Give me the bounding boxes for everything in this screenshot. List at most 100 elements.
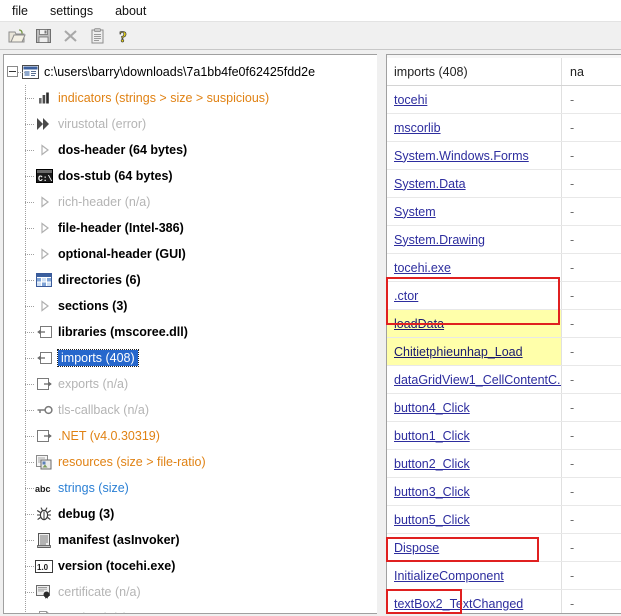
tree-item-debug[interactable]: debug (3) [4, 501, 377, 527]
import-name-cell[interactable]: System.Data [387, 170, 562, 197]
table-row[interactable]: loadData - [387, 310, 621, 338]
tree-item-.net[interactable]: .NET (v4.0.30319) [4, 423, 377, 449]
menu-file[interactable]: file [7, 2, 37, 20]
table-row[interactable]: button1_Click - [387, 422, 621, 450]
import-name-link[interactable]: .ctor [394, 289, 418, 303]
tree-item-overlay[interactable]: overlay (n/a) [4, 605, 377, 613]
save-icon[interactable] [31, 25, 56, 48]
import-name-link[interactable]: tocehi.exe [394, 261, 451, 275]
import-name-cell[interactable]: button3_Click [387, 478, 562, 505]
table-row[interactable]: System - [387, 198, 621, 226]
table-row[interactable]: tocehi.exe - [387, 254, 621, 282]
import-name-link[interactable]: tocehi [394, 93, 427, 107]
tree-item-exports[interactable]: exports (n/a) [4, 371, 377, 397]
table-row[interactable]: tocehi - [387, 86, 621, 114]
tree-item-resources[interactable]: resources (size > file-ratio) [4, 449, 377, 475]
import-name-link[interactable]: dataGridView1_CellContentC... [394, 373, 561, 387]
tree-item-imports[interactable]: imports (408) [4, 345, 377, 371]
file-structure-tree[interactable]: c:\users\barry\downloads\7a1bb4fe0f62425… [3, 54, 377, 614]
import-name-cell[interactable]: tocehi [387, 86, 562, 113]
tree-item-fileheader[interactable]: file-header (Intel-386) [4, 215, 377, 241]
import-name-cell[interactable]: Dispose [387, 534, 562, 561]
import-name-cell[interactable]: button2_Click [387, 450, 562, 477]
open-folder-icon[interactable] [4, 25, 29, 48]
tree-item-dosstub[interactable]: C:\. dos-stub (64 bytes) [4, 163, 377, 189]
import-name-cell[interactable]: .ctor [387, 282, 562, 309]
import-namespace-cell: - [562, 450, 621, 477]
import-name-link[interactable]: Chitietphieunhap_Load [394, 345, 523, 359]
import-name-link[interactable]: button4_Click [394, 401, 470, 415]
import-name-link[interactable]: button5_Click [394, 513, 470, 527]
tree-item-sections[interactable]: sections (3) [4, 293, 377, 319]
tree-item-dosheader[interactable]: dos-header (64 bytes) [4, 137, 377, 163]
import-name-link[interactable]: System.Drawing [394, 233, 485, 247]
tree-item-certificate[interactable]: certificate (n/a) [4, 579, 377, 605]
import-namespace-cell: - [562, 366, 621, 393]
tree-item-manifest[interactable]: manifest (asInvoker) [4, 527, 377, 553]
import-name-link[interactable]: mscorlib [394, 121, 441, 135]
import-namespace-value: - [570, 316, 575, 331]
tree-item-richheader[interactable]: rich-header (n/a) [4, 189, 377, 215]
table-row[interactable]: Chitietphieunhap_Load - [387, 338, 621, 366]
import-name-cell[interactable]: loadData [387, 310, 562, 337]
table-row[interactable]: button2_Click - [387, 450, 621, 478]
import-name-link[interactable]: System.Data [394, 177, 466, 191]
tree-item-libraries[interactable]: libraries (mscoree.dll) [4, 319, 377, 345]
import-name-cell[interactable]: System.Drawing [387, 226, 562, 253]
table-row[interactable]: InitializeComponent - [387, 562, 621, 590]
clipboard-icon[interactable] [85, 25, 110, 48]
menu-about[interactable]: about [110, 2, 155, 20]
column-header-namespace[interactable]: na [562, 58, 621, 85]
import-name-cell[interactable]: button4_Click [387, 394, 562, 421]
table-row[interactable]: System.Data - [387, 170, 621, 198]
import-name-cell[interactable]: button1_Click [387, 422, 562, 449]
tree-item-strings[interactable]: abc strings (size) [4, 475, 377, 501]
import-name-link[interactable]: button1_Click [394, 429, 470, 443]
table-row[interactable]: button3_Click - [387, 478, 621, 506]
table-row[interactable]: mscorlib - [387, 114, 621, 142]
table-row[interactable]: System.Windows.Forms - [387, 142, 621, 170]
collapse-expander[interactable] [7, 66, 18, 77]
table-row[interactable]: dataGridView1_CellContentC... - [387, 366, 621, 394]
import-name-cell[interactable]: button5_Click [387, 506, 562, 533]
tree-item-optionalheader[interactable]: optional-header (GUI) [4, 241, 377, 267]
import-name-link[interactable]: System.Windows.Forms [394, 149, 529, 163]
close-x-icon[interactable] [58, 25, 83, 48]
import-name-link[interactable]: System [394, 205, 436, 219]
import-name-cell[interactable]: System.Windows.Forms [387, 142, 562, 169]
import-name-link[interactable]: InitializeComponent [394, 569, 504, 583]
table-row[interactable]: button4_Click - [387, 394, 621, 422]
tree-item-indicators[interactable]: indicators (strings > size > suspicious) [4, 85, 377, 111]
import-name-link[interactable]: button2_Click [394, 457, 470, 471]
bug-icon [35, 506, 53, 522]
tree-root-node[interactable]: c:\users\barry\downloads\7a1bb4fe0f62425… [4, 59, 377, 85]
table-row[interactable]: System.Drawing - [387, 226, 621, 254]
import-name-cell[interactable]: tocehi.exe [387, 254, 562, 281]
import-name-cell[interactable]: dataGridView1_CellContentC... [387, 366, 562, 393]
table-row[interactable]: textBox2_TextChanged - [387, 590, 621, 613]
table-row[interactable]: button5_Click - [387, 506, 621, 534]
import-name-cell[interactable]: textBox2_TextChanged [387, 590, 562, 613]
import-name-link[interactable]: button3_Click [394, 485, 470, 499]
import-name-link[interactable]: textBox2_TextChanged [394, 597, 523, 611]
triangle-icon [35, 142, 53, 158]
triangle-icon [35, 298, 53, 314]
tree-item-version[interactable]: 1.0 version (tocehi.exe) [4, 553, 377, 579]
import-name-link[interactable]: loadData [394, 317, 444, 331]
manifest-icon [35, 532, 53, 548]
imports-table[interactable]: imports (408) na tocehi - mscorlib - System.Wi… [386, 54, 621, 614]
menu-settings[interactable]: settings [45, 2, 102, 20]
import-name-cell[interactable]: mscorlib [387, 114, 562, 141]
import-name-link[interactable]: Dispose [394, 541, 439, 555]
table-row[interactable]: .ctor - [387, 282, 621, 310]
import-name-cell[interactable]: System [387, 198, 562, 225]
help-question-icon[interactable]: ? [112, 25, 137, 48]
tree-item-directories[interactable]: directories (6) [4, 267, 377, 293]
import-name-cell[interactable]: InitializeComponent [387, 562, 562, 589]
column-header-imports[interactable]: imports (408) [387, 58, 562, 85]
table-row[interactable]: Dispose - [387, 534, 621, 562]
tree-item-virustotal[interactable]: virustotal (error) [4, 111, 377, 137]
tree-item-label: exports (n/a) [58, 377, 129, 391]
tree-item-tlscallback[interactable]: tls-callback (n/a) [4, 397, 377, 423]
import-name-cell[interactable]: Chitietphieunhap_Load [387, 338, 562, 365]
